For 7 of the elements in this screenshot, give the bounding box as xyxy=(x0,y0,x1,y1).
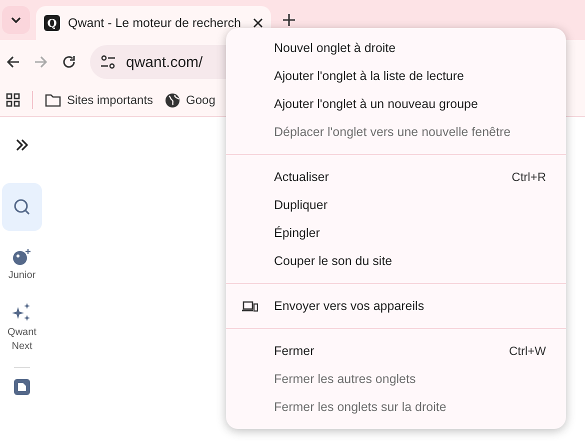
shortcut-text: Ctrl+R xyxy=(512,170,546,184)
shortcut-text: Ctrl+W xyxy=(509,344,546,358)
sidebar-label: Junior xyxy=(8,268,36,282)
sidebar-label: Qwant Next xyxy=(6,326,38,353)
url-text: qwant.com/ xyxy=(126,54,203,70)
favicon: Q xyxy=(44,15,60,31)
tab-title: Qwant - Le moteur de recherch xyxy=(68,16,242,30)
